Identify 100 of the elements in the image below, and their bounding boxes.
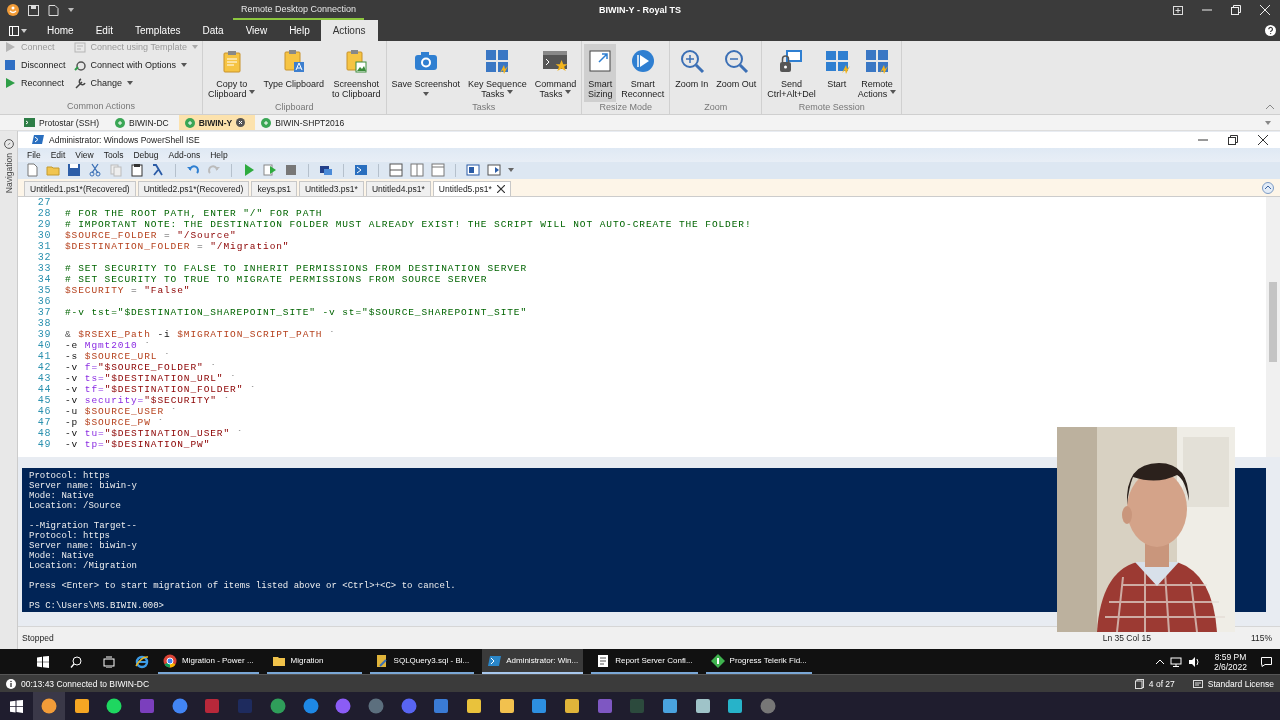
paste-icon[interactable] [130,163,144,178]
app-icon[interactable] [531,698,548,714]
app-icon[interactable] [73,698,90,714]
help-icon[interactable] [1265,25,1276,36]
save-icon[interactable] [28,4,39,16]
close-icon[interactable] [1258,134,1268,145]
ribbon-button[interactable]: Command Tasks [531,44,580,102]
powershell-icon[interactable] [354,163,368,178]
ribbon-button[interactable]: Start [820,44,853,102]
navigation-tab[interactable]: Navigation [3,153,14,194]
menu-item[interactable]: Add-ons [163,149,206,160]
remote-console-icon[interactable] [319,163,333,178]
pane-maximize-icon[interactable] [431,163,445,178]
ribbon-button[interactable]: Screenshot to Clipboard [329,44,384,102]
ribbon-button[interactable]: Reconnect [2,77,68,89]
close-icon[interactable] [496,185,505,194]
search-icon[interactable] [69,655,82,668]
windows-logo-icon[interactable] [36,655,49,668]
chevron-up-icon[interactable] [1155,659,1164,664]
close-icon[interactable] [236,118,246,127]
windows-logo-icon[interactable] [9,699,23,713]
script-tab[interactable]: Untitled2.ps1*(Recovered) [137,181,250,197]
menu-item[interactable]: View [70,149,99,160]
app-logo-icon[interactable] [7,4,19,16]
volume-icon[interactable] [1187,656,1200,667]
group-label: Resize Mode [598,102,653,114]
app-icon[interactable] [302,698,319,714]
ribbon-button[interactable]: Send Ctrl+Alt+Del [764,44,819,102]
app-icon[interactable] [171,698,188,714]
session-tab[interactable]: BIWIN-DC [109,115,179,130]
app-icon[interactable] [41,698,58,714]
stop-icon[interactable] [284,163,298,178]
ribbon-tab[interactable]: Help [278,20,321,41]
script-tab[interactable]: Untitled3.ps1* [298,181,364,197]
restore-icon[interactable] [1228,134,1238,145]
menu-item[interactable]: Debug [128,149,164,160]
caret-icon [508,168,514,173]
session-tab[interactable]: Protostar (SSH) [18,115,109,130]
menu-item[interactable]: Tools [98,149,129,160]
ribbon-button[interactable]: Connect with Options [71,59,200,71]
restore-icon[interactable] [1231,5,1241,15]
script-tab[interactable]: Untitled4.ps1* [365,181,431,197]
menu-icon[interactable] [9,25,19,36]
scrollbar[interactable] [1266,197,1280,457]
ribbon-button[interactable]: Remote Actions [854,44,900,102]
script-tab[interactable]: Untitled1.ps1*(Recovered) [24,181,136,197]
session-tab[interactable]: BIWIN-Y [178,115,256,130]
console-line: Press <Enter> to start migration of items listed above or <Ctrl>+<C> to cancel. [29,581,457,592]
cut-icon[interactable] [88,163,102,178]
pane-right-icon[interactable] [410,163,424,178]
save-icon[interactable] [67,163,81,178]
database-tool-icon [374,653,389,668]
ribbon-button[interactable]: Zoom Out [713,44,760,102]
clock-time: 8:59 PM [1214,651,1247,662]
ribbon-button[interactable]: Disconnect [2,59,68,71]
notification-icon[interactable] [1261,656,1272,667]
network-icon[interactable] [1169,656,1182,667]
menu-item[interactable]: Edit [45,149,71,160]
app-icon[interactable] [727,698,744,714]
new-document-icon[interactable] [48,4,59,16]
pane-top-icon[interactable] [389,163,403,178]
ribbon-button[interactable]: Save Screenshot [388,44,464,102]
session-tab[interactable]: BIWIN-SHPT2016 [255,115,355,130]
menu-item[interactable]: Help [205,149,233,160]
fullscreen-icon[interactable] [1173,5,1183,15]
script-tab[interactable]: keys.ps1 [251,181,297,197]
ribbon-button[interactable]: Smart Reconnect [618,44,668,102]
collapse-icon[interactable] [1262,182,1274,195]
ribbon-button[interactable]: Copy to Clipboard [204,44,259,102]
task-view-icon[interactable] [102,655,115,668]
ribbon-button[interactable]: Type Clipboard [260,44,327,102]
new-file-icon[interactable] [25,163,39,178]
status-text: Stopped [22,633,54,644]
ribbon-tab[interactable]: View [234,20,279,41]
ribbon-tab[interactable]: Edit [84,20,124,41]
app-icon[interactable] [498,698,515,714]
ribbon-tab[interactable]: Templates [123,20,192,41]
app-icon[interactable] [269,698,286,714]
app-icon[interactable] [564,698,581,714]
report-icon [596,653,611,668]
app-icon[interactable] [694,698,711,714]
ribbon-button[interactable]: Change [71,77,200,89]
script-pane-icon[interactable] [466,163,480,178]
app-icon[interactable] [106,698,123,714]
ribbon-button[interactable]: Key Sequence Tasks [465,44,530,102]
ribbon-button[interactable]: Smart Sizing [584,44,617,102]
browser-icon[interactable] [134,654,149,669]
app-icon[interactable] [465,698,482,714]
run-selection-icon[interactable] [263,163,277,178]
ribbon-tab[interactable]: Home [36,20,85,41]
ribbon-tab[interactable]: Data [191,20,235,41]
menu-item[interactable]: File [22,149,46,160]
ribbon-tab[interactable]: Actions [320,20,378,41]
ribbon-button[interactable]: Zoom In [672,44,712,102]
command-icon[interactable] [151,163,165,178]
collapse-icon[interactable] [1266,104,1274,109]
script-tab[interactable]: Untitled5.ps1* [432,181,511,197]
app-icon[interactable] [662,698,679,714]
taskbar-item[interactable]: Administrator: Win... [482,649,584,674]
addon-pane-icon[interactable] [487,163,501,178]
